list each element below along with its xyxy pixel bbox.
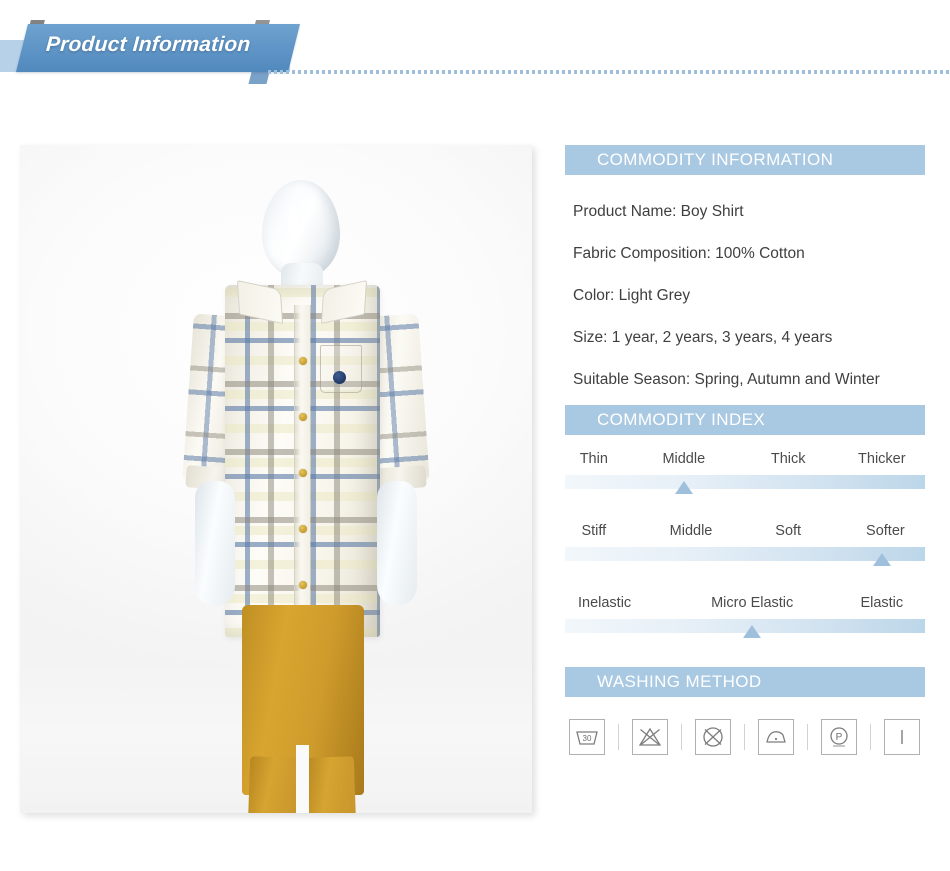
slider-softness-marker [872,553,891,566]
slider-softness-track[interactable] [565,547,925,569]
svg-text:P: P [836,732,843,743]
slider-thickness-label-thin[interactable]: Thin [580,451,608,467]
shirt-chest-pocket [320,345,362,393]
washing-icon-divider [618,724,619,750]
slider-elasticity-label-micro-elastic[interactable]: Micro Elastic [711,595,793,611]
shirt-button [299,357,307,365]
info-line-suitable-season: Suitable Season: Spring, Autumn and Wint… [573,371,880,388]
shirt-button [299,525,307,533]
slider-softness-label-middle[interactable]: Middle [670,523,713,539]
iron-low-heat-icon [758,719,794,755]
svg-text:30: 30 [583,734,592,743]
slider-thickness-bar [565,475,925,489]
slider-elasticity-labels: Inelastic Micro Elastic Elastic [565,595,925,619]
info-line-product-name: Product Name: Boy Shirt [573,203,744,220]
slider-softness-label-stiff[interactable]: Stiff [581,523,606,539]
slider-thickness-label-middle[interactable]: Middle [662,451,705,467]
slider-elasticity-label-inelastic[interactable]: Inelastic [578,595,631,611]
slider-elasticity: Inelastic Micro Elastic Elastic [565,595,925,641]
banner-dotted-rule [268,70,950,74]
trouser-leg-right [305,756,359,813]
washing-method-header: WASHING METHOD [565,667,925,697]
wash-30-degrees-icon: 30 [569,719,605,755]
info-line-size: Size: 1 year, 2 years, 3 years, 4 years [573,329,833,346]
slider-elasticity-label-elastic[interactable]: Elastic [860,595,903,611]
slider-softness-label-softer[interactable]: Softer [866,523,905,539]
slider-thickness-labels: Thin Middle Thick Thicker [565,451,925,475]
trouser-leg-gap [296,745,309,813]
washing-icon-divider [870,724,871,750]
commodity-information-header: COMMODITY INFORMATION [565,145,925,175]
info-line-color: Color: Light Grey [573,287,691,304]
slider-thickness-label-thick[interactable]: Thick [771,451,806,467]
banner-tail-decoration [248,72,270,84]
shirt-button [299,413,307,421]
slider-thickness: Thin Middle Thick Thicker [565,451,925,497]
do-not-tumble-dry-icon [695,719,731,755]
mannequin-arm-left [195,481,235,606]
washing-icon-row: 30 P [565,719,925,755]
product-details-column: COMMODITY INFORMATION Product Name: Boy … [565,145,925,755]
drip-dry-icon [884,719,920,755]
slider-elasticity-track[interactable] [565,619,925,641]
shirt-button [299,469,307,477]
product-photo [20,145,532,813]
mannequin-figure [20,145,532,813]
washing-icon-divider [681,724,682,750]
info-line-fabric-composition: Fabric Composition: 100% Cotton [573,245,805,262]
page-title: Product Information [45,33,252,56]
slider-thickness-label-thicker[interactable]: Thicker [858,451,906,467]
shirt-button [299,581,307,589]
dry-clean-p-icon: P [821,719,857,755]
do-not-bleach-icon [632,719,668,755]
mannequin-arm-right [377,481,417,606]
washing-icon-divider [744,724,745,750]
mannequin-head-highlight [288,205,299,261]
shirt-pocket-logo [333,371,346,384]
trouser-leg-left [245,756,299,813]
slider-softness-labels: Stiff Middle Soft Softer [565,523,925,547]
slider-softness-label-soft[interactable]: Soft [775,523,801,539]
slider-thickness-track[interactable] [565,475,925,497]
slider-softness-bar [565,547,925,561]
slider-elasticity-marker [743,625,762,638]
washing-icon-divider [807,724,808,750]
page-banner: Product Information [0,0,950,95]
commodity-index-header: COMMODITY INDEX [565,405,925,435]
slider-softness: Stiff Middle Soft Softer [565,523,925,569]
commodity-information-list: Product Name: Boy Shirt Fabric Compositi… [565,175,925,405]
slider-thickness-marker [674,481,693,494]
commodity-index-sliders: Thin Middle Thick Thicker Stiff Middle S… [565,435,925,641]
washing-method-icons: 30 P [565,697,925,755]
